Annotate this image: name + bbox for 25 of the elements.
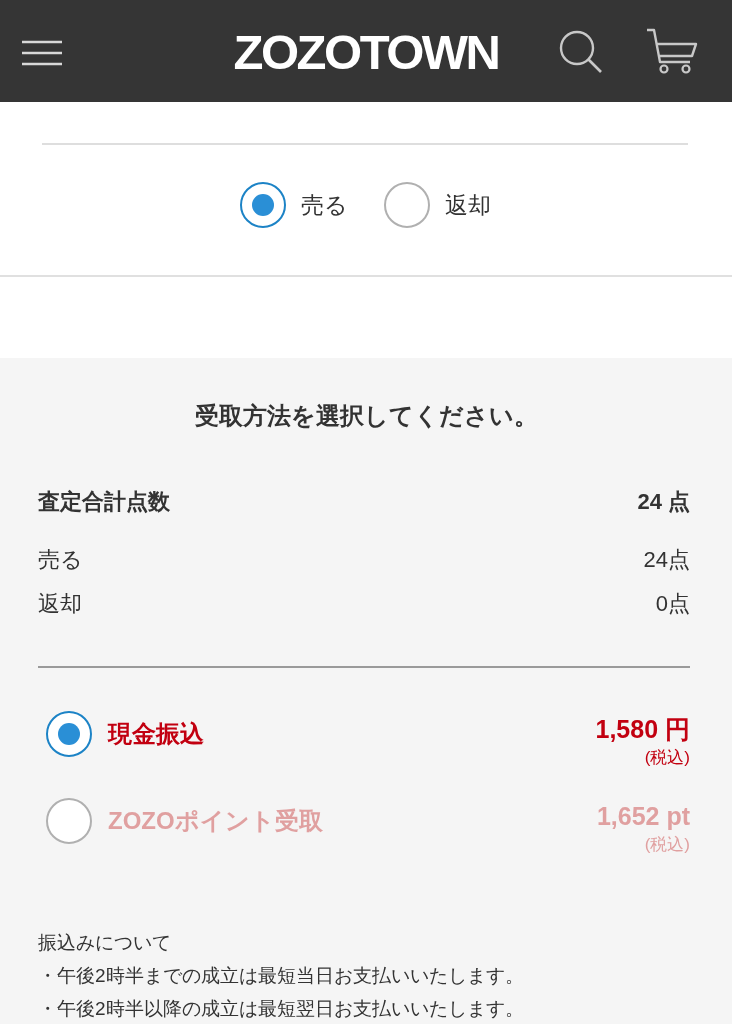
option-label[interactable]: 返却 bbox=[444, 189, 491, 221]
amount-text: 1,652 pt bbox=[596, 801, 690, 832]
breakdown-label: 返却 bbox=[38, 590, 82, 618]
section-title: 受取方法を選択してください。 bbox=[193, 401, 539, 431]
cart-icon[interactable] bbox=[646, 28, 698, 74]
option-label[interactable]: 売る bbox=[300, 189, 348, 221]
breakdown-label: 売る bbox=[38, 546, 83, 574]
total-label: 査定合計点数 bbox=[38, 488, 170, 516]
note-text: ・午後2時半以降の成立は最短翌日お支払いいたします。 bbox=[38, 997, 525, 1021]
radio-button[interactable] bbox=[46, 711, 92, 757]
radio-button[interactable] bbox=[239, 182, 286, 228]
note-text: ・午後2時半までの成立は最短当日お支払いいたします。 bbox=[38, 964, 525, 988]
tax-note: (税込) bbox=[644, 747, 690, 769]
radio-button[interactable] bbox=[46, 798, 92, 844]
amount-text: 1,580 円 bbox=[595, 714, 690, 745]
notes-title: 振込みについて bbox=[38, 931, 172, 955]
method-label[interactable]: 現金振込 bbox=[108, 711, 204, 757]
tax-note: (税込) bbox=[644, 834, 690, 856]
breakdown-value: 24点 bbox=[643, 546, 690, 574]
breakdown-value: 0点 bbox=[655, 590, 690, 618]
total-value: 24 点 bbox=[637, 488, 690, 516]
radio-button[interactable] bbox=[383, 182, 430, 228]
logo[interactable]: ZOZOTOWN bbox=[233, 26, 499, 78]
search-icon[interactable] bbox=[559, 30, 603, 74]
menu-icon[interactable] bbox=[21, 40, 63, 66]
